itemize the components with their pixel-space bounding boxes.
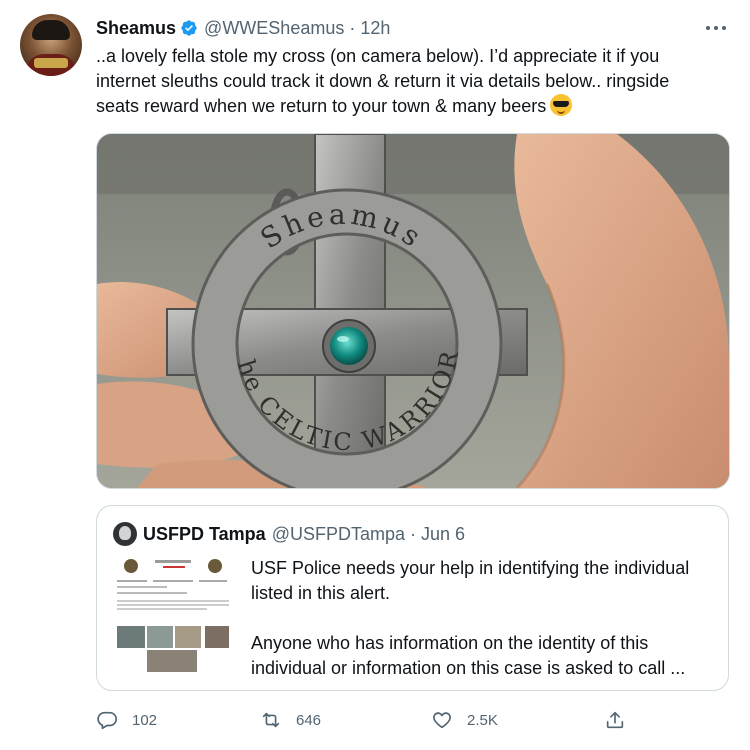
tweet-text: ..a lovely fella stole my cross (on came… xyxy=(96,44,716,119)
quoted-paragraph-1: USF Police needs your help in identifyin… xyxy=(251,558,690,603)
verified-badge-icon xyxy=(180,19,198,37)
retweet-count: 646 xyxy=(296,711,322,729)
share-button[interactable] xyxy=(604,706,626,734)
quoted-tweet-text: USF Police needs your help in identifyin… xyxy=(251,556,711,681)
quoted-tweet-date: Jun 6 xyxy=(421,523,466,544)
author-name[interactable]: Sheamus xyxy=(96,18,176,39)
author-avatar[interactable] xyxy=(20,14,82,76)
quoted-author-handle: @USFPDTampa xyxy=(271,523,405,544)
retweet-button[interactable]: 646 xyxy=(260,706,321,734)
like-icon xyxy=(433,712,451,729)
tweet-time[interactable]: 12h xyxy=(360,18,390,39)
reply-count: 102 xyxy=(132,711,158,729)
quoted-tweet[interactable]: USFPD Tampa @USFPDTampa · Jun 6 USF Poli… xyxy=(96,505,729,691)
quoted-paragraph-2: Anyone who has information on the identi… xyxy=(251,633,686,678)
author-handle[interactable]: @WWESheamus xyxy=(204,18,344,39)
quoted-author-avatar[interactable] xyxy=(113,522,137,546)
like-button[interactable]: 2.5K xyxy=(431,706,498,734)
sunglasses-emoji-icon xyxy=(550,94,573,116)
share-icon xyxy=(606,711,624,729)
quoted-separator-dot: · xyxy=(410,523,416,544)
tweet-media-image[interactable]: Sheamus the CELTIC WARRIOR xyxy=(96,133,730,489)
like-count: 2.5K xyxy=(467,711,498,729)
avatar-belt xyxy=(34,58,68,68)
retweet-icon xyxy=(262,712,280,728)
reply-icon xyxy=(97,711,117,730)
quoted-tweet-header: USFPD Tampa @USFPDTampa · Jun 6 xyxy=(143,522,465,546)
more-icon[interactable] xyxy=(704,16,728,40)
avatar-hat xyxy=(32,20,70,40)
quoted-author-name: USFPD Tampa xyxy=(143,523,266,544)
celtic-cross-photo: Sheamus the CELTIC WARRIOR xyxy=(97,134,729,488)
tweet-header: Sheamus @WWESheamus · 12h xyxy=(96,16,390,40)
alert-document-thumbnail xyxy=(113,556,233,676)
separator-dot: · xyxy=(349,17,356,38)
tweet-action-bar: 102 646 2.5K xyxy=(96,706,716,734)
reply-button[interactable]: 102 xyxy=(96,706,157,734)
tweet-body: ..a lovely fella stole my cross (on came… xyxy=(96,46,670,116)
quoted-media-thumbnail[interactable] xyxy=(113,556,233,676)
